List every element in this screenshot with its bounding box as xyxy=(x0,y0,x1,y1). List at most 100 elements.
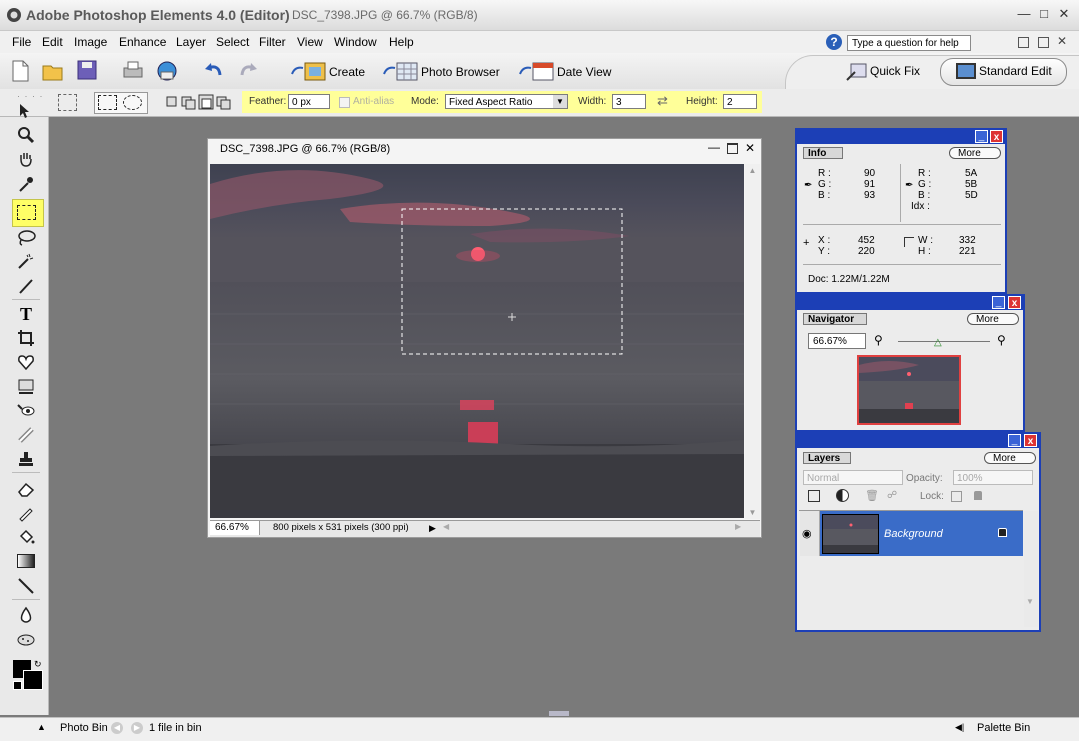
minimize-icon[interactable]: — xyxy=(1016,6,1032,22)
photo-bin-toggle-icon[interactable]: ▲ xyxy=(37,722,46,732)
date-view-button[interactable]: Date View xyxy=(557,65,611,79)
menu-filter[interactable]: Filter xyxy=(259,35,286,49)
menu-edit[interactable]: Edit xyxy=(42,35,63,49)
navigator-zoom-slider[interactable] xyxy=(898,341,990,342)
eye-icon[interactable]: ◉ xyxy=(802,527,812,540)
menu-help[interactable]: Help xyxy=(389,35,414,49)
anti-alias-checkbox[interactable] xyxy=(339,97,350,108)
doc-maximize-icon[interactable] xyxy=(1038,37,1049,48)
width-input[interactable]: 3 xyxy=(612,94,646,109)
marquee-preset-icon[interactable] xyxy=(58,94,77,111)
date-view-icon[interactable] xyxy=(517,60,555,82)
next-photo-icon[interactable]: ▶ xyxy=(131,722,143,734)
background-color-swatch[interactable] xyxy=(23,670,43,690)
save-icon[interactable] xyxy=(77,60,99,82)
selection-brush-tool-icon[interactable] xyxy=(14,276,38,296)
new-layer-icon[interactable] xyxy=(808,490,820,502)
straighten-tool-icon[interactable] xyxy=(14,376,38,396)
horizontal-scroll-left-icon[interactable]: ◀ xyxy=(443,522,449,531)
layers-scrollbar[interactable] xyxy=(1024,511,1038,627)
doc-restore-icon[interactable] xyxy=(1018,37,1029,48)
link-layers-icon[interactable]: ☍ xyxy=(887,490,897,501)
navigator-thumbnail[interactable] xyxy=(857,355,961,425)
layer-name[interactable]: Background xyxy=(884,528,943,540)
menu-file[interactable]: File xyxy=(12,35,31,49)
layers-more-button[interactable]: More xyxy=(984,452,1036,464)
move-tool-icon[interactable] xyxy=(14,101,38,121)
height-input[interactable]: 2 xyxy=(723,94,757,109)
magic-wand-tool-icon[interactable] xyxy=(14,251,38,271)
document-zoom-field[interactable]: 66.67% xyxy=(210,521,260,535)
palette-bin-toggle-icon[interactable]: ◀| xyxy=(955,722,964,733)
opacity-input[interactable]: 100% xyxy=(953,470,1033,485)
quick-fix-button[interactable]: Quick Fix xyxy=(870,64,920,78)
lock-transparency-icon[interactable] xyxy=(951,491,962,502)
layers-minimize-icon[interactable]: _ xyxy=(1008,434,1021,447)
selection-mode-icons[interactable] xyxy=(164,93,234,111)
gradient-tool-icon[interactable] xyxy=(14,551,38,571)
cookie-cutter-tool-icon[interactable] xyxy=(14,352,38,372)
lasso-tool-icon[interactable] xyxy=(14,228,38,248)
info-tab[interactable]: Info xyxy=(803,147,843,159)
menu-window[interactable]: Window xyxy=(334,35,377,49)
default-colors-icon[interactable] xyxy=(13,681,22,690)
previous-photo-icon[interactable]: ◀ xyxy=(111,722,123,734)
blur-tool-icon[interactable] xyxy=(14,605,38,625)
photo-bin-label[interactable]: Photo Bin xyxy=(60,722,108,734)
share-email-icon[interactable] xyxy=(156,60,178,82)
photo-browser-icon[interactable] xyxy=(381,60,419,82)
trash-icon[interactable]: 🗑 xyxy=(865,489,879,502)
chevron-down-icon[interactable]: ▼ xyxy=(553,95,567,108)
create-button[interactable]: Create xyxy=(329,65,365,79)
eraser-tool-icon[interactable] xyxy=(14,479,38,499)
quick-fix-icon[interactable] xyxy=(845,62,867,82)
info-more-button[interactable]: More xyxy=(949,147,1001,159)
create-icon[interactable] xyxy=(289,60,327,82)
zoom-tool-icon[interactable] xyxy=(14,125,38,145)
navigator-zoom-input[interactable]: 66.67% xyxy=(808,333,866,349)
layers-close-icon[interactable]: x xyxy=(1024,434,1037,447)
new-file-icon[interactable] xyxy=(10,60,32,82)
doc-window-maximize-icon[interactable] xyxy=(727,143,738,154)
eyedropper-tool-icon[interactable] xyxy=(14,174,38,194)
palette-bin-label[interactable]: Palette Bin xyxy=(977,722,1030,734)
sponge-tool-icon[interactable] xyxy=(14,629,38,649)
menu-image[interactable]: Image xyxy=(74,35,107,49)
photo-browser-button[interactable]: Photo Browser xyxy=(421,65,500,79)
lock-all-icon[interactable] xyxy=(974,491,982,500)
navigator-minimize-icon[interactable]: _ xyxy=(992,296,1005,309)
horizontal-scroll-right-icon[interactable]: ▶ xyxy=(735,522,741,531)
clone-stamp-tool-icon[interactable] xyxy=(14,449,38,469)
close-icon[interactable]: ✕ xyxy=(1056,6,1072,22)
undo-icon[interactable] xyxy=(203,60,225,82)
paint-bucket-tool-icon[interactable] xyxy=(14,527,38,547)
healing-brush-tool-icon[interactable] xyxy=(14,425,38,445)
feather-input[interactable]: 0 px xyxy=(288,94,330,109)
menu-select[interactable]: Select xyxy=(216,35,249,49)
swap-dimensions-icon[interactable]: ⇄ xyxy=(657,93,668,109)
maximize-icon[interactable]: □ xyxy=(1036,6,1052,22)
crop-tool-icon[interactable] xyxy=(14,328,38,348)
mode-select[interactable]: Fixed Aspect Ratio xyxy=(445,94,568,109)
menu-layer[interactable]: Layer xyxy=(176,35,206,49)
rectangular-marquee-tool-icon[interactable] xyxy=(14,202,38,222)
doc-close-icon[interactable]: ✕ xyxy=(1057,34,1067,48)
layers-scroll-down-icon[interactable]: ▼ xyxy=(1026,597,1034,606)
type-tool-icon[interactable]: T xyxy=(14,304,38,324)
redo-icon[interactable] xyxy=(237,60,259,82)
open-folder-icon[interactable] xyxy=(42,60,64,82)
help-search-input[interactable]: Type a question for help xyxy=(847,35,971,51)
zoom-slider-handle-icon[interactable]: △ xyxy=(934,337,942,348)
doc-window-close-icon[interactable]: ✕ xyxy=(745,141,755,155)
layers-tab[interactable]: Layers xyxy=(803,452,851,464)
rectangular-marquee-option-icon[interactable] xyxy=(98,95,117,110)
menu-view[interactable]: View xyxy=(297,35,323,49)
menu-enhance[interactable]: Enhance xyxy=(119,35,166,49)
photo-bin-handle[interactable] xyxy=(549,711,569,716)
zoom-in-icon[interactable]: ⚲ xyxy=(997,333,1006,347)
navigator-more-button[interactable]: More xyxy=(967,313,1019,325)
navigator-close-icon[interactable]: x xyxy=(1008,296,1021,309)
info-minimize-icon[interactable]: _ xyxy=(975,130,988,143)
status-menu-arrow-icon[interactable]: ▶ xyxy=(429,521,441,535)
pencil-tool-icon[interactable] xyxy=(14,503,38,523)
